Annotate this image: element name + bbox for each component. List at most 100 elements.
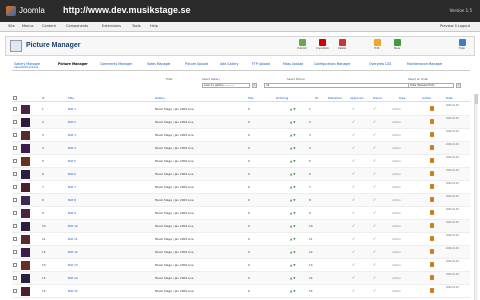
published-check-icon[interactable]: ✓: [352, 145, 355, 150]
row-checkbox[interactable]: [13, 120, 17, 124]
approved-check-icon[interactable]: ✓: [373, 158, 376, 163]
row-checkbox[interactable]: [13, 172, 17, 176]
ordering-input[interactable]: 7: [309, 185, 311, 189]
row-checkbox[interactable]: [13, 146, 17, 150]
published-check-icon[interactable]: ✓: [352, 184, 355, 189]
tab-configuration-manager[interactable]: Configuration Manager: [314, 62, 351, 66]
row-checkbox[interactable]: [13, 159, 17, 163]
table-row[interactable]: 8 Bild 8 Musik Stage / Jan 2009 Live 0 ▲ ▼ 8 ✓…: [12, 194, 470, 207]
order-go-button[interactable]: >: [456, 83, 461, 88]
table-row[interactable]: 15 Bild 15 Musik Stage / Jan 2009 Live 0 ▲ ▼…: [12, 285, 470, 298]
approved-check-icon[interactable]: ✓: [373, 184, 376, 189]
table-row[interactable]: 7 Bild 7 Musik Stage / Jan 2009 Live 0 ▲ ▼ 7 ✓…: [12, 181, 470, 194]
reorder-arrows-icon[interactable]: ▲ ▼: [290, 224, 296, 228]
reorder-arrows-icon[interactable]: ▲ ▼: [290, 237, 296, 241]
row-checkbox[interactable]: [13, 289, 17, 293]
menu-item-help[interactable]: Help: [150, 24, 158, 28]
tab-add-gallery[interactable]: Add Gallery: [220, 62, 239, 66]
picture-title-link[interactable]: Bild 1: [68, 107, 76, 111]
header-id[interactable]: ID: [315, 96, 318, 100]
reorder-arrows-icon[interactable]: ▲ ▼: [290, 185, 296, 189]
new-button[interactable]: New: [391, 39, 403, 55]
publish-button[interactable]: Publish: [296, 39, 308, 55]
reorder-arrows-icon[interactable]: ▲ ▼: [290, 211, 296, 215]
tab-comments-manager[interactable]: Comments Manager: [100, 62, 132, 66]
reorder-arrows-icon[interactable]: ▲ ▼: [290, 120, 296, 124]
tab-ftp-upload[interactable]: FTP Upload: [252, 62, 270, 66]
header-ordering[interactable]: Ordering: [276, 96, 288, 100]
row-checkbox[interactable]: [13, 250, 17, 254]
approved-check-icon[interactable]: ✓: [373, 171, 376, 176]
menu-item-site[interactable]: Site: [8, 24, 15, 28]
published-check-icon[interactable]: ✓: [352, 249, 355, 254]
table-row[interactable]: 13 Bild 13 Musik Stage / Jan 2009 Live 0 ▲ ▼…: [12, 259, 470, 272]
vertical-scrollbar[interactable]: [474, 94, 478, 300]
tab-overview-css[interactable]: Overview CSS: [369, 62, 391, 66]
picture-thumbnail[interactable]: [21, 131, 30, 140]
table-row[interactable]: 4 Bild 4 Musik Stage / Jan 2009 Live 0 ▲ ▼ 4 ✓…: [12, 142, 470, 155]
ordering-input[interactable]: 2: [309, 120, 311, 124]
published-check-icon[interactable]: ✓: [352, 158, 355, 163]
table-row[interactable]: 14 Bild 14 Musik Stage / Jan 2009 Live 0 ▲ ▼…: [12, 272, 470, 285]
order-select[interactable]: Date (Newest first): [408, 83, 454, 88]
scrollbar-thumb[interactable]: [475, 94, 478, 104]
header-gallery[interactable]: Gallery: [155, 96, 165, 100]
header-date[interactable]: Date: [446, 96, 453, 100]
picture-title-link[interactable]: Bild 7: [68, 185, 76, 189]
header-hits[interactable]: Hits: [248, 96, 253, 100]
ordering-input[interactable]: 12: [309, 250, 313, 254]
header-title[interactable]: Title: [68, 96, 74, 100]
approved-check-icon[interactable]: ✓: [373, 197, 376, 202]
header-type[interactable]: Type: [399, 96, 405, 100]
unpublish-button[interactable]: Unpublish: [316, 39, 329, 55]
approved-check-icon[interactable]: ✓: [373, 223, 376, 228]
row-checkbox[interactable]: [13, 198, 17, 202]
published-check-icon[interactable]: ✓: [352, 262, 355, 267]
approved-check-icon[interactable]: ✓: [373, 132, 376, 137]
delete-button[interactable]: Delete: [336, 39, 348, 55]
approved-check-icon[interactable]: ✓: [373, 145, 376, 150]
picture-thumbnail[interactable]: [21, 261, 30, 270]
picture-thumbnail[interactable]: [21, 235, 30, 244]
reorder-arrows-icon[interactable]: ▲ ▼: [290, 172, 296, 176]
row-checkbox[interactable]: [13, 185, 17, 189]
table-row[interactable]: 3 Bild 3 Musik Stage / Jan 2009 Live 0 ▲ ▼ 3 ✓…: [12, 129, 470, 142]
ordering-input[interactable]: 1: [309, 107, 311, 111]
reorder-arrows-icon[interactable]: ▲ ▼: [290, 289, 296, 293]
picture-select[interactable]: All: [264, 83, 412, 88]
ordering-input[interactable]: 4: [309, 146, 311, 150]
picture-title-link[interactable]: Bild 9: [68, 211, 76, 215]
gallery-select[interactable]: select a gallery ----------: [202, 83, 250, 88]
picture-thumbnail[interactable]: [21, 274, 30, 283]
table-row[interactable]: 2 Bild 2 Musik Stage / Jan 2009 Live 0 ▲ ▼ 2 ✓…: [12, 116, 470, 129]
ordering-input[interactable]: 9: [309, 211, 311, 215]
row-checkbox[interactable]: [13, 133, 17, 137]
picture-thumbnail[interactable]: [21, 248, 30, 257]
picture-title-link[interactable]: Bild 3: [68, 133, 76, 137]
picture-title-link[interactable]: Bild 2: [68, 120, 76, 124]
approved-check-icon[interactable]: ✓: [373, 249, 376, 254]
menu-item-content[interactable]: Content: [42, 24, 56, 28]
published-check-icon[interactable]: ✓: [352, 275, 355, 280]
approved-check-icon[interactable]: ✓: [373, 275, 376, 280]
picture-title-link[interactable]: Bild 11: [68, 237, 78, 241]
tab-picture-upload[interactable]: Picture Upload: [185, 62, 208, 66]
reorder-arrows-icon[interactable]: ▲ ▼: [290, 107, 296, 111]
menu-item-extensions[interactable]: Extensions: [102, 24, 121, 28]
header-owner[interactable]: Owner: [373, 96, 382, 100]
picture-thumbnail[interactable]: [21, 287, 30, 296]
published-check-icon[interactable]: ✓: [352, 236, 355, 241]
picture-title-link[interactable]: Bild 14: [68, 276, 78, 280]
approved-check-icon[interactable]: ✓: [373, 210, 376, 215]
menu-right-links[interactable]: Preview 0 Logout: [440, 24, 470, 28]
menu-item-menus[interactable]: Menus: [22, 24, 33, 28]
row-checkbox[interactable]: [13, 263, 17, 267]
published-check-icon[interactable]: ✓: [352, 132, 355, 137]
picture-title-link[interactable]: Bild 15: [68, 289, 78, 293]
picture-title-link[interactable]: Bild 5: [68, 159, 76, 163]
published-check-icon[interactable]: ✓: [352, 288, 355, 293]
ordering-input[interactable]: 14: [309, 276, 313, 280]
ordering-input[interactable]: 10: [309, 224, 313, 228]
picture-thumbnail[interactable]: [21, 144, 30, 153]
picture-thumbnail[interactable]: [21, 183, 30, 192]
